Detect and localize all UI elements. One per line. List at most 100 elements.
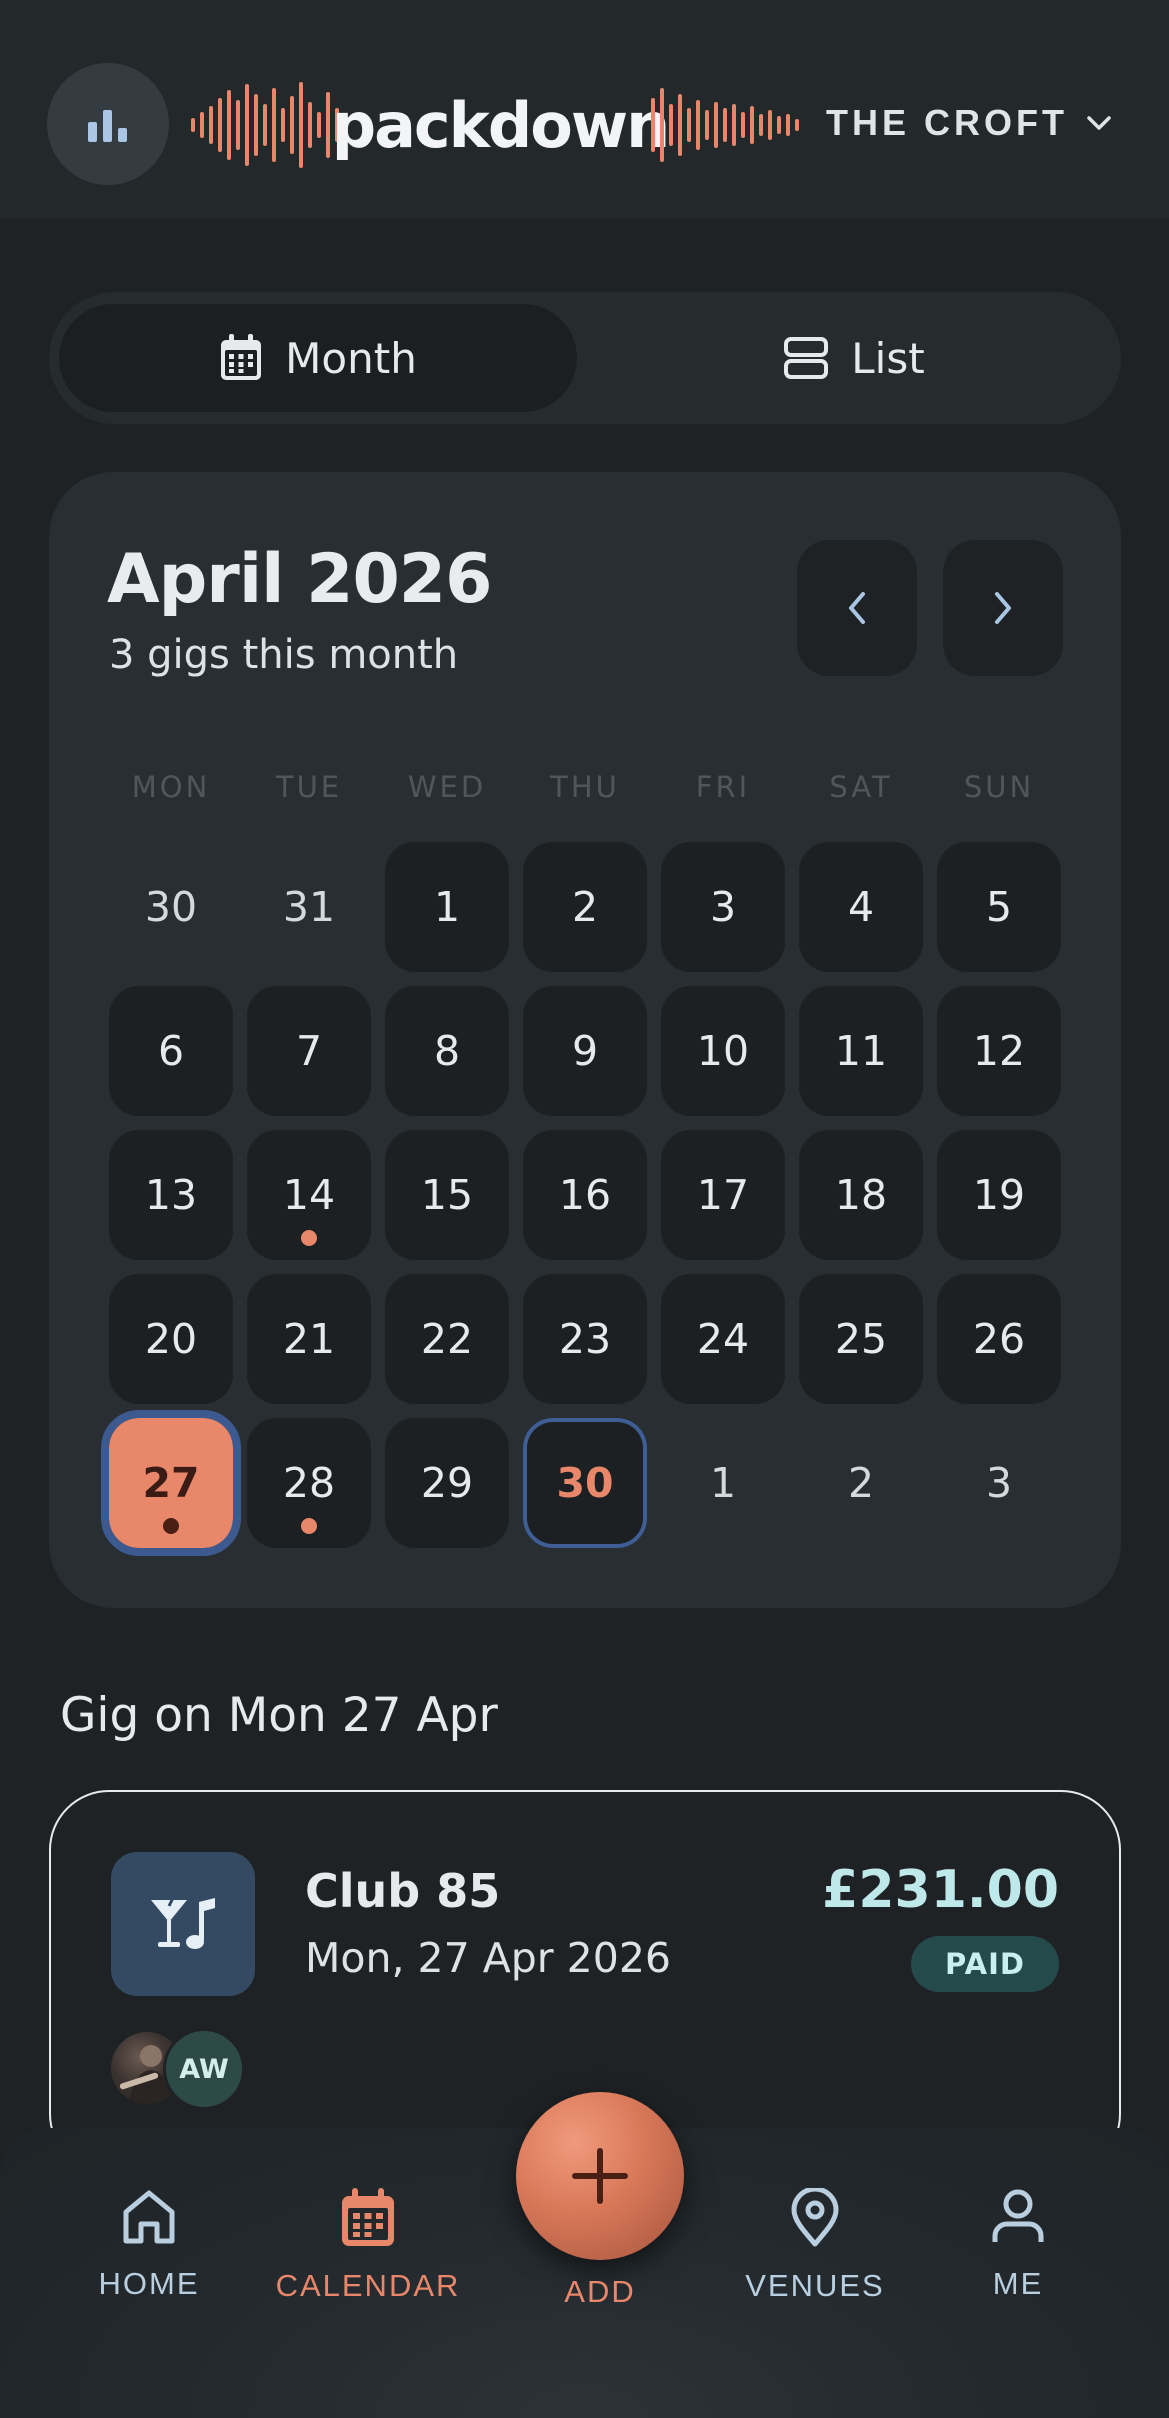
month-title: April 2026 xyxy=(107,540,492,619)
calendar-day-number: 30 xyxy=(556,1459,614,1507)
add-label: ADD xyxy=(564,2274,636,2309)
selected-day-heading: Gig on Mon 27 Apr xyxy=(60,1688,498,1743)
weekday-wed: WED xyxy=(407,770,487,804)
nav-me[interactable]: ME xyxy=(908,2188,1128,2338)
calendar-day[interactable]: 7 xyxy=(247,986,371,1116)
calendar-day[interactable]: 8 xyxy=(385,986,509,1116)
calendar-day-number: 3 xyxy=(709,883,737,931)
gig-amount: £231.00 xyxy=(822,1860,1059,1920)
calendar-day[interactable]: 3 xyxy=(937,1418,1061,1548)
user-icon xyxy=(992,2189,1044,2242)
waveform-left-icon xyxy=(191,82,348,168)
waveform-right-icon xyxy=(651,88,799,162)
status-badge: PAID xyxy=(911,1936,1059,1992)
calendar-day[interactable]: 6 xyxy=(109,986,233,1116)
gig-venue: Club 85 xyxy=(305,1864,501,1918)
calendar-day-number: 21 xyxy=(282,1315,336,1363)
calendar-day[interactable]: 23 xyxy=(523,1274,647,1404)
calendar-day-number: 19 xyxy=(972,1171,1026,1219)
calendar-day[interactable]: 29 xyxy=(385,1418,509,1548)
chevron-down-icon xyxy=(1087,116,1111,130)
gig-indicator-dot xyxy=(163,1518,179,1534)
calendar-day[interactable]: 14 xyxy=(247,1130,371,1260)
venue-name: THE CROFT xyxy=(826,102,1068,143)
calendar-day-number: 1 xyxy=(433,883,461,931)
tab-month-label: Month xyxy=(285,333,417,383)
calendar-day[interactable]: 19 xyxy=(937,1130,1061,1260)
calendar-day[interactable]: 13 xyxy=(109,1130,233,1260)
calendar-day[interactable]: 10 xyxy=(661,986,785,1116)
nav-venues[interactable]: VENUES xyxy=(705,2188,925,2338)
nav-calendar[interactable]: CALENDAR xyxy=(258,2188,478,2338)
calendar-day[interactable]: 24 xyxy=(661,1274,785,1404)
calendar-day-number: 16 xyxy=(558,1171,612,1219)
calendar-day-number: 20 xyxy=(144,1315,198,1363)
chevron-left-icon xyxy=(849,592,865,624)
add-gig-button[interactable] xyxy=(516,2092,684,2260)
view-toggle: Month List xyxy=(49,292,1121,424)
prev-month-button[interactable] xyxy=(797,540,917,676)
calendar-day[interactable]: 18 xyxy=(799,1130,923,1260)
calendar-day-number: 14 xyxy=(282,1171,336,1219)
calendar-day-number: 12 xyxy=(972,1027,1026,1075)
app-header: packdown THE CROFT xyxy=(0,0,1169,218)
calendar-day[interactable]: 4 xyxy=(799,842,923,972)
calendar-day[interactable]: 5 xyxy=(937,842,1061,972)
calendar-day[interactable]: 2 xyxy=(523,842,647,972)
calendar-day[interactable]: 28 xyxy=(247,1418,371,1548)
calendar-icon xyxy=(342,2188,394,2246)
calendar-day-number: 5 xyxy=(985,883,1013,931)
calendar-day-number: 11 xyxy=(834,1027,888,1075)
calendar-day[interactable]: 11 xyxy=(799,986,923,1116)
bar-chart-icon xyxy=(88,110,127,142)
nav-venues-label: VENUES xyxy=(745,2268,885,2303)
brand-name: packdown xyxy=(331,88,671,162)
calendar-day[interactable]: 15 xyxy=(385,1130,509,1260)
calendar-day[interactable]: 22 xyxy=(385,1274,509,1404)
nav-home-label: HOME xyxy=(98,2266,200,2301)
calendar-day[interactable]: 1 xyxy=(661,1418,785,1548)
calendar-day-number: 23 xyxy=(558,1315,612,1363)
gig-count: 3 gigs this month xyxy=(109,632,459,678)
plus-icon xyxy=(572,2148,628,2204)
calendar-day-number: 17 xyxy=(696,1171,750,1219)
list-icon xyxy=(784,337,829,379)
next-month-button[interactable] xyxy=(943,540,1063,676)
chevron-right-icon xyxy=(995,592,1011,624)
calendar-day-number: 3 xyxy=(985,1459,1013,1507)
tab-month[interactable]: Month xyxy=(59,304,577,412)
calendar-day-selected[interactable]: 27 xyxy=(101,1410,241,1556)
calendar-day[interactable]: 20 xyxy=(109,1274,233,1404)
calendar-day[interactable]: 26 xyxy=(937,1274,1061,1404)
calendar-icon xyxy=(221,334,262,380)
calendar-day-number: 26 xyxy=(972,1315,1026,1363)
calendar-day[interactable]: 1 xyxy=(385,842,509,972)
calendar-day[interactable]: 3 xyxy=(661,842,785,972)
weekday-tue: TUE xyxy=(275,770,343,804)
nav-calendar-label: CALENDAR xyxy=(275,2268,461,2303)
calendar-day[interactable]: 31 xyxy=(247,842,371,972)
calendar-day-number: 30 xyxy=(144,883,198,931)
calendar-day[interactable]: 12 xyxy=(937,986,1061,1116)
calendar-day-number: 2 xyxy=(571,883,599,931)
nav-home[interactable]: HOME xyxy=(39,2188,259,2338)
venue-selector[interactable]: THE CROFT xyxy=(826,95,1112,151)
calendar-day[interactable]: 30 xyxy=(109,842,233,972)
calendar-day[interactable]: 17 xyxy=(661,1130,785,1260)
tab-list[interactable]: List xyxy=(595,304,1113,412)
calendar-day[interactable]: 25 xyxy=(799,1274,923,1404)
gig-indicator-dot xyxy=(301,1230,317,1246)
home-icon xyxy=(123,2190,175,2244)
calendar-day[interactable]: 16 xyxy=(523,1130,647,1260)
calendar-day-number: 8 xyxy=(433,1027,461,1075)
calendar-day-number: 28 xyxy=(282,1459,336,1507)
calendar-day[interactable]: 9 xyxy=(523,986,647,1116)
calendar-day[interactable]: 21 xyxy=(247,1274,371,1404)
calendar-day[interactable]: 2 xyxy=(799,1418,923,1548)
calendar-day-number: 1 xyxy=(709,1459,737,1507)
calendar-day-number: 27 xyxy=(142,1459,200,1507)
calendar-day-number: 4 xyxy=(847,883,875,931)
calendar-day-today[interactable]: 30 xyxy=(523,1418,647,1548)
weekday-thu: THU xyxy=(550,770,620,804)
app-logo-button[interactable] xyxy=(47,63,169,185)
